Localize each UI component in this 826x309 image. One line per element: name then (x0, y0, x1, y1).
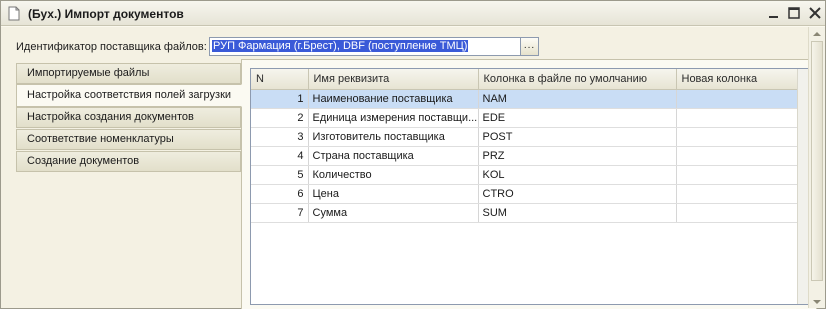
default-column-cell: SUM (478, 203, 677, 223)
column-header-attribute-name[interactable]: Имя реквизита (308, 69, 479, 90)
table-header-row: N Имя реквизита Колонка в файле по умолч… (251, 69, 800, 90)
tab-label: Импортируемые файлы (27, 67, 150, 79)
import-documents-window: (Бух.) Импорт документов Идентификатор п… (0, 0, 826, 309)
document-icon (8, 6, 20, 21)
column-header-n[interactable]: N (251, 69, 309, 90)
field-mapping-table[interactable]: N Имя реквизита Колонка в файле по умолч… (250, 68, 810, 305)
default-column-cell: CTRO (478, 184, 677, 204)
row-number: 6 (251, 184, 309, 204)
default-column-cell: EDE (478, 108, 677, 128)
new-column-cell[interactable] (676, 108, 800, 128)
table-row[interactable]: 5 Количество KOL (251, 165, 800, 185)
row-number: 3 (251, 127, 309, 147)
supplier-id-label: Идентификатор поставщика файлов: (16, 41, 207, 53)
column-header-default-column[interactable]: Колонка в файле по умолчанию (478, 69, 677, 90)
window-title: (Бух.) Импорт документов (28, 7, 184, 21)
supplier-id-value: РУП Фармация (г.Брест), DBF (поступление… (212, 40, 469, 52)
row-number: 2 (251, 108, 309, 128)
close-icon[interactable] (807, 5, 823, 21)
supplier-id-field[interactable]: РУП Фармация (г.Брест), DBF (поступление… (209, 37, 521, 56)
row-number: 4 (251, 146, 309, 166)
tab-field-mapping[interactable]: Настройка соответствия полей загрузки (16, 84, 242, 107)
default-column-cell: PRZ (478, 146, 677, 166)
table-row[interactable]: 2 Единица измерения поставщи... EDE (251, 108, 800, 128)
tab-label: Соответствие номенклатуры (27, 133, 174, 145)
scroll-down-icon[interactable] (813, 300, 821, 304)
tab-nomenclature-mapping[interactable]: Соответствие номенклатуры (16, 129, 241, 150)
select-supplier-button[interactable]: ... (521, 37, 539, 56)
form-body: Идентификатор поставщика файлов: РУП Фар… (1, 27, 825, 309)
scrollbar-thumb[interactable] (811, 41, 823, 281)
attribute-name-cell: Изготовитель поставщика (308, 127, 479, 147)
default-column-cell: KOL (478, 165, 677, 185)
settings-tabs: Импортируемые файлы Настройка соответств… (16, 63, 242, 175)
attribute-name-cell: Цена (308, 184, 479, 204)
table-row[interactable]: 7 Сумма SUM (251, 203, 800, 223)
table-row[interactable]: 1 Наименование поставщика NAM (251, 89, 800, 109)
attribute-name-cell: Наименование поставщика (308, 89, 479, 109)
default-column-cell: POST (478, 127, 677, 147)
new-column-cell[interactable] (676, 146, 800, 166)
new-column-cell[interactable] (676, 203, 800, 223)
new-column-cell[interactable] (676, 127, 800, 147)
scroll-up-icon[interactable] (813, 32, 821, 36)
new-column-cell[interactable] (676, 89, 800, 109)
tab-document-creation-settings[interactable]: Настройка создания документов (16, 107, 241, 128)
table-row[interactable]: 4 Страна поставщика PRZ (251, 146, 800, 166)
field-mapping-panel: N Имя реквизита Колонка в файле по умолч… (241, 59, 817, 309)
attribute-name-cell: Сумма (308, 203, 479, 223)
tab-label: Настройка создания документов (27, 111, 194, 123)
row-number: 7 (251, 203, 309, 223)
attribute-name-cell: Количество (308, 165, 479, 185)
new-column-cell[interactable] (676, 165, 800, 185)
tab-label: Настройка соответствия полей загрузки (27, 89, 232, 101)
attribute-name-cell: Единица измерения поставщи... (308, 108, 479, 128)
tab-create-documents[interactable]: Создание документов (16, 151, 241, 172)
minimize-icon[interactable] (766, 5, 782, 21)
attribute-name-cell: Страна поставщика (308, 146, 479, 166)
default-column-cell: NAM (478, 89, 677, 109)
title-bar: (Бух.) Импорт документов (1, 1, 825, 26)
table-row[interactable]: 6 Цена CTRO (251, 184, 800, 204)
maximize-icon[interactable] (786, 5, 802, 21)
tab-imported-files[interactable]: Импортируемые файлы (16, 63, 241, 84)
column-header-new-column[interactable]: Новая колонка (676, 69, 800, 90)
form-scrollbar[interactable] (808, 27, 825, 308)
new-column-cell[interactable] (676, 184, 800, 204)
row-number: 5 (251, 165, 309, 185)
row-number: 1 (251, 89, 309, 109)
table-row[interactable]: 3 Изготовитель поставщика POST (251, 127, 800, 147)
tab-label: Создание документов (27, 155, 140, 167)
